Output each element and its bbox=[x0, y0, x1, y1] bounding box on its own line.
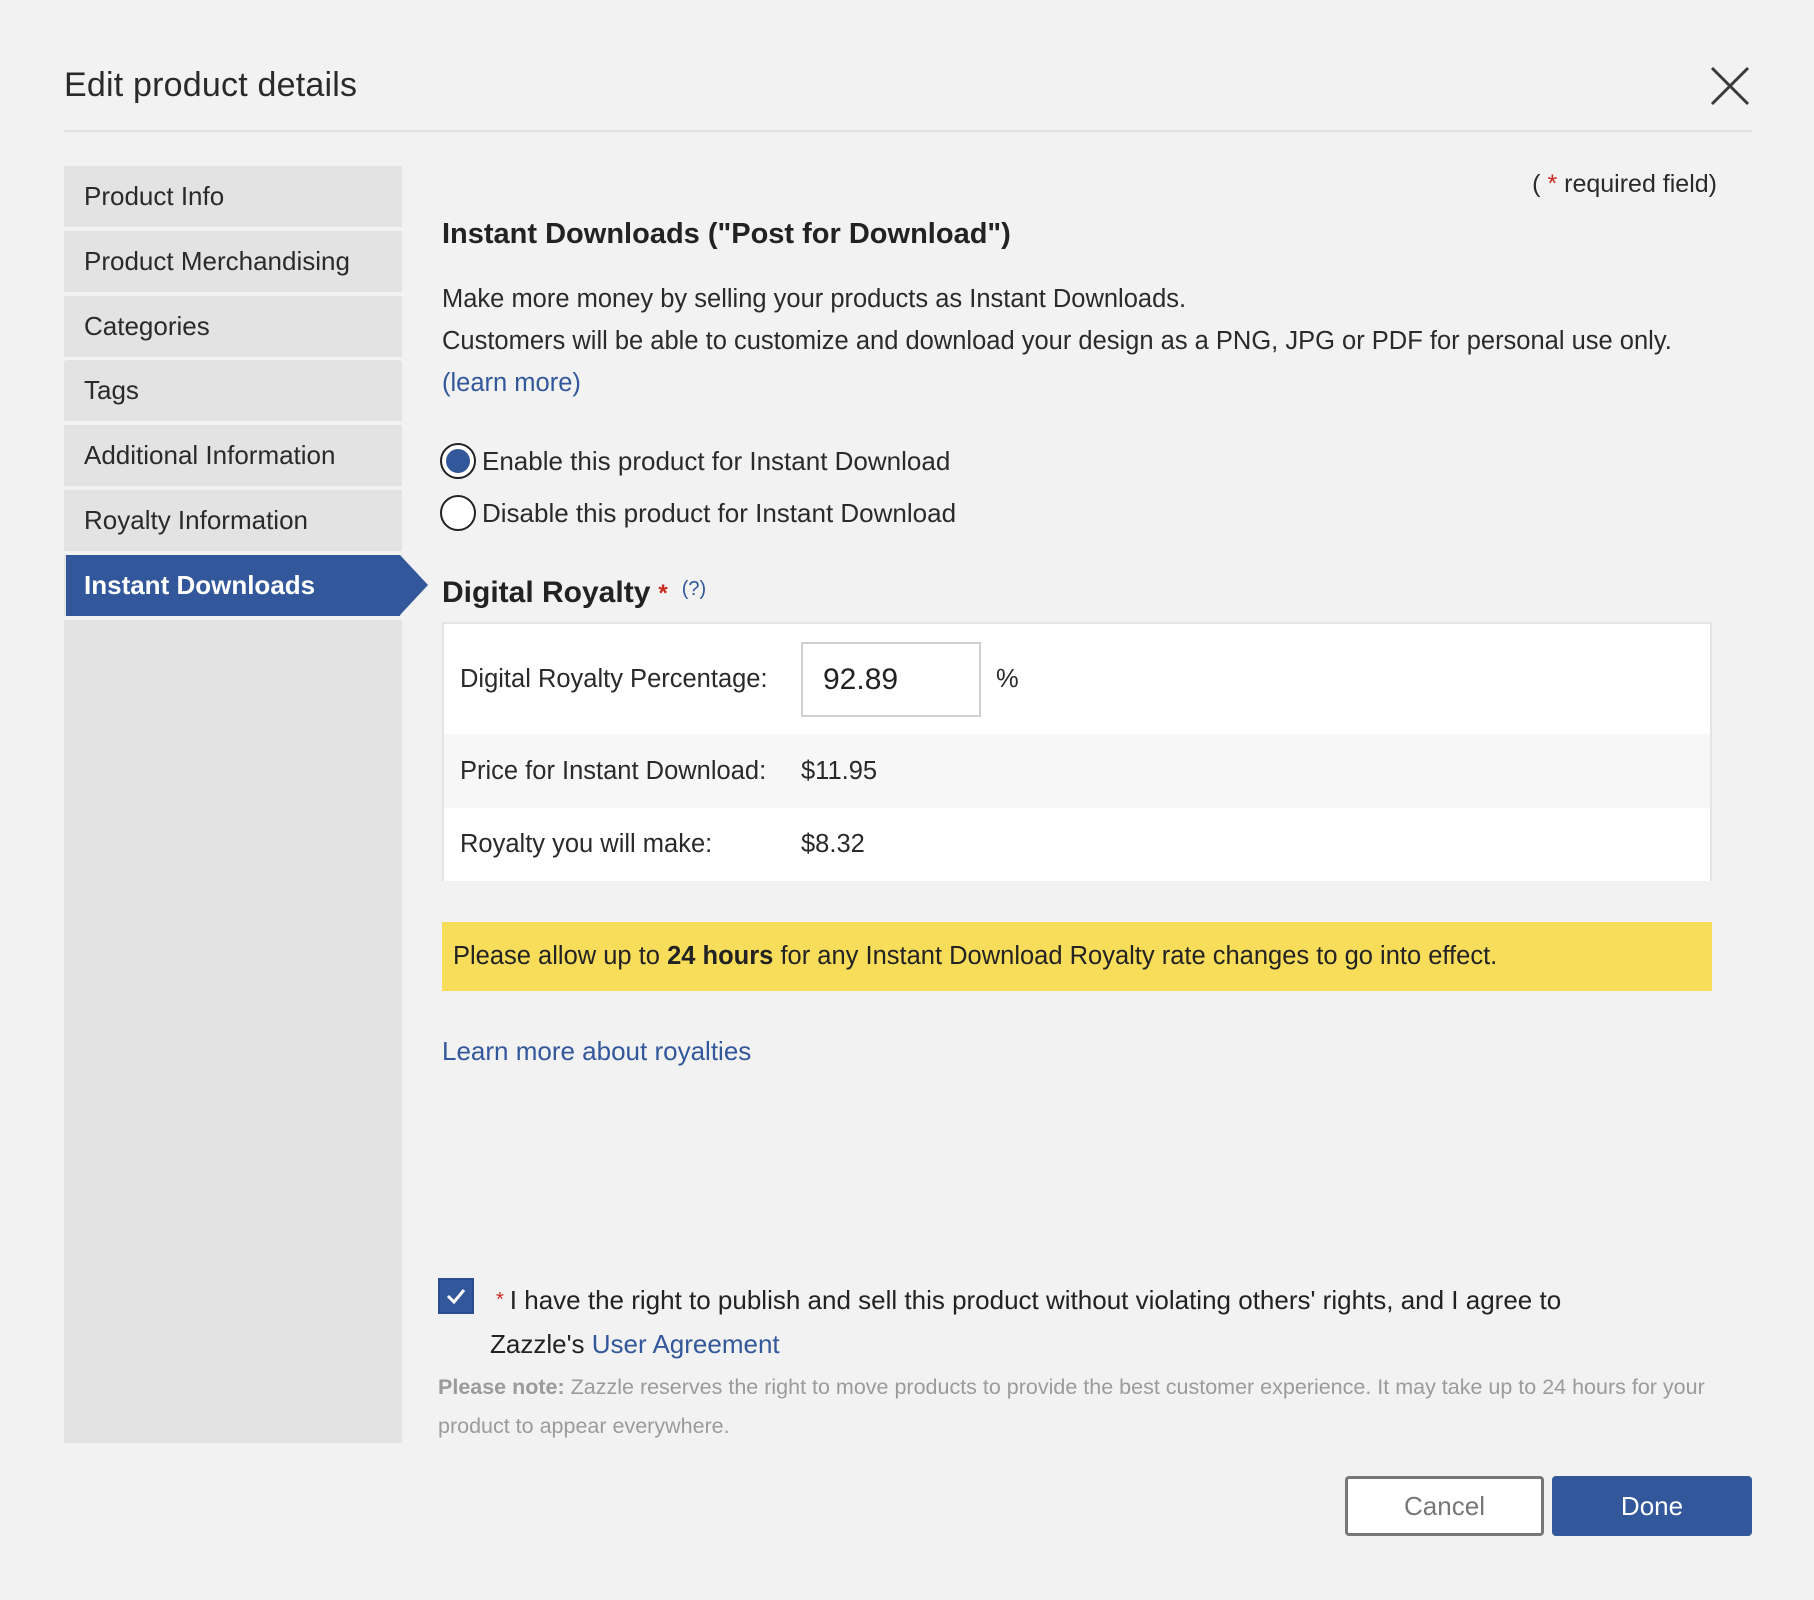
required-star: * bbox=[496, 1289, 504, 1311]
sidebar-item-instant-downloads[interactable]: Instant Downloads bbox=[66, 555, 428, 616]
required-star: * bbox=[658, 580, 668, 607]
digital-royalty-heading: Digital Royalty * (?) bbox=[442, 576, 706, 610]
digital-royalty-title: Digital Royalty bbox=[442, 576, 651, 609]
description-line-1: Make more money by selling your products… bbox=[442, 285, 1187, 313]
sidebar-item-product-merchandising[interactable]: Product Merchandising bbox=[66, 231, 400, 292]
notice-banner: Please allow up to 24 hours for any Inst… bbox=[442, 922, 1712, 991]
section-heading: Instant Downloads ("Post for Download") bbox=[442, 218, 1011, 250]
banner-text: Please allow up to bbox=[453, 942, 668, 970]
description-line-2: Customers will be able to customize and … bbox=[442, 320, 1732, 404]
agreement-text: * I have the right to publish and sell th… bbox=[490, 1278, 1736, 1366]
close-button[interactable] bbox=[1706, 62, 1754, 110]
price-row: Price for Instant Download: $11.95 bbox=[444, 734, 1710, 808]
sidebar-item-label: Instant Downloads bbox=[84, 570, 316, 600]
royalty-label: Royalty you will make: bbox=[460, 830, 713, 858]
sidebar-item-label: Categories bbox=[84, 311, 210, 341]
enable-radio-label: Enable this product for Instant Download bbox=[482, 445, 951, 476]
sidebar-item-label: Royalty Information bbox=[84, 505, 308, 535]
dialog-title: Edit product details bbox=[64, 66, 358, 104]
learn-more-link[interactable]: (learn more) bbox=[442, 369, 581, 397]
active-tab-arrow bbox=[400, 555, 428, 615]
sidebar-item-product-info[interactable]: Product Info bbox=[66, 166, 400, 227]
please-note: Please note: Zazzle reserves the right t… bbox=[438, 1368, 1728, 1446]
user-agreement-link[interactable]: User Agreement bbox=[592, 1329, 780, 1359]
note-text: Zazzle reserves the right to move produc… bbox=[438, 1375, 1705, 1438]
royalty-percentage-row: Digital Royalty Percentage: % bbox=[444, 624, 1710, 734]
required-star: * bbox=[1547, 170, 1558, 198]
cancel-button[interactable]: Cancel bbox=[1345, 1476, 1544, 1536]
royalty-value: $8.32 bbox=[801, 830, 865, 858]
banner-bold: 24 hours bbox=[667, 942, 774, 970]
percentage-label: Digital Royalty Percentage: bbox=[460, 664, 768, 693]
royalty-percentage-input[interactable] bbox=[801, 642, 981, 717]
banner-text: for any Instant Download Royalty rate ch… bbox=[773, 942, 1498, 970]
royalty-row: Royalty you will make: $8.32 bbox=[444, 808, 1710, 881]
sidebar-item-label: Product Info bbox=[84, 181, 225, 211]
required-note-text: required field) bbox=[1557, 170, 1717, 198]
sidebar-item-additional-information[interactable]: Additional Information bbox=[66, 425, 400, 486]
header-divider bbox=[64, 130, 1752, 132]
description-text: Customers will be able to customize and … bbox=[442, 327, 1672, 355]
sidebar-item-label: Product Merchandising bbox=[84, 246, 350, 276]
enable-instant-download-radio[interactable]: Enable this product for Instant Download bbox=[440, 443, 950, 479]
close-icon bbox=[1710, 66, 1750, 106]
percent-sign: % bbox=[996, 665, 1019, 693]
sidebar: Product Info Product Merchandising Categ… bbox=[64, 166, 428, 1443]
agreement-prefix: Zazzle's bbox=[490, 1329, 592, 1359]
learn-more-royalties-link[interactable]: Learn more about royalties bbox=[442, 1036, 751, 1067]
radio-unselected[interactable] bbox=[440, 495, 476, 531]
done-button[interactable]: Done bbox=[1552, 1476, 1752, 1536]
sidebar-item-categories[interactable]: Categories bbox=[66, 296, 400, 357]
required-field-note: ( * required field) bbox=[1532, 170, 1717, 199]
sidebar-item-label: Additional Information bbox=[84, 440, 336, 470]
price-value: $11.95 bbox=[801, 756, 878, 785]
royalty-table: Digital Royalty Percentage: % Price for … bbox=[442, 622, 1712, 881]
paren: ( bbox=[1532, 170, 1548, 198]
sidebar-item-royalty-information[interactable]: Royalty Information bbox=[66, 490, 400, 551]
price-label: Price for Instant Download: bbox=[460, 756, 767, 785]
agreement-line-2: Zazzle's User Agreement bbox=[490, 1322, 1736, 1366]
agreement-line: I have the right to publish and sell thi… bbox=[509, 1285, 1562, 1315]
checkmark-icon bbox=[446, 1289, 466, 1305]
sidebar-gap bbox=[64, 616, 402, 620]
note-bold: Please note: bbox=[438, 1375, 565, 1399]
help-link[interactable]: (?) bbox=[682, 578, 706, 601]
radio-selected[interactable] bbox=[440, 443, 476, 479]
sidebar-item-tags[interactable]: Tags bbox=[66, 360, 400, 421]
section-description: Make more money by selling your products… bbox=[442, 278, 1732, 404]
disable-radio-label: Disable this product for Instant Downloa… bbox=[482, 497, 957, 528]
radio-dot bbox=[446, 449, 470, 473]
sidebar-item-label: Tags bbox=[84, 375, 139, 405]
agreement-checkbox[interactable] bbox=[438, 1278, 474, 1314]
disable-instant-download-radio[interactable]: Disable this product for Instant Downloa… bbox=[440, 495, 956, 531]
